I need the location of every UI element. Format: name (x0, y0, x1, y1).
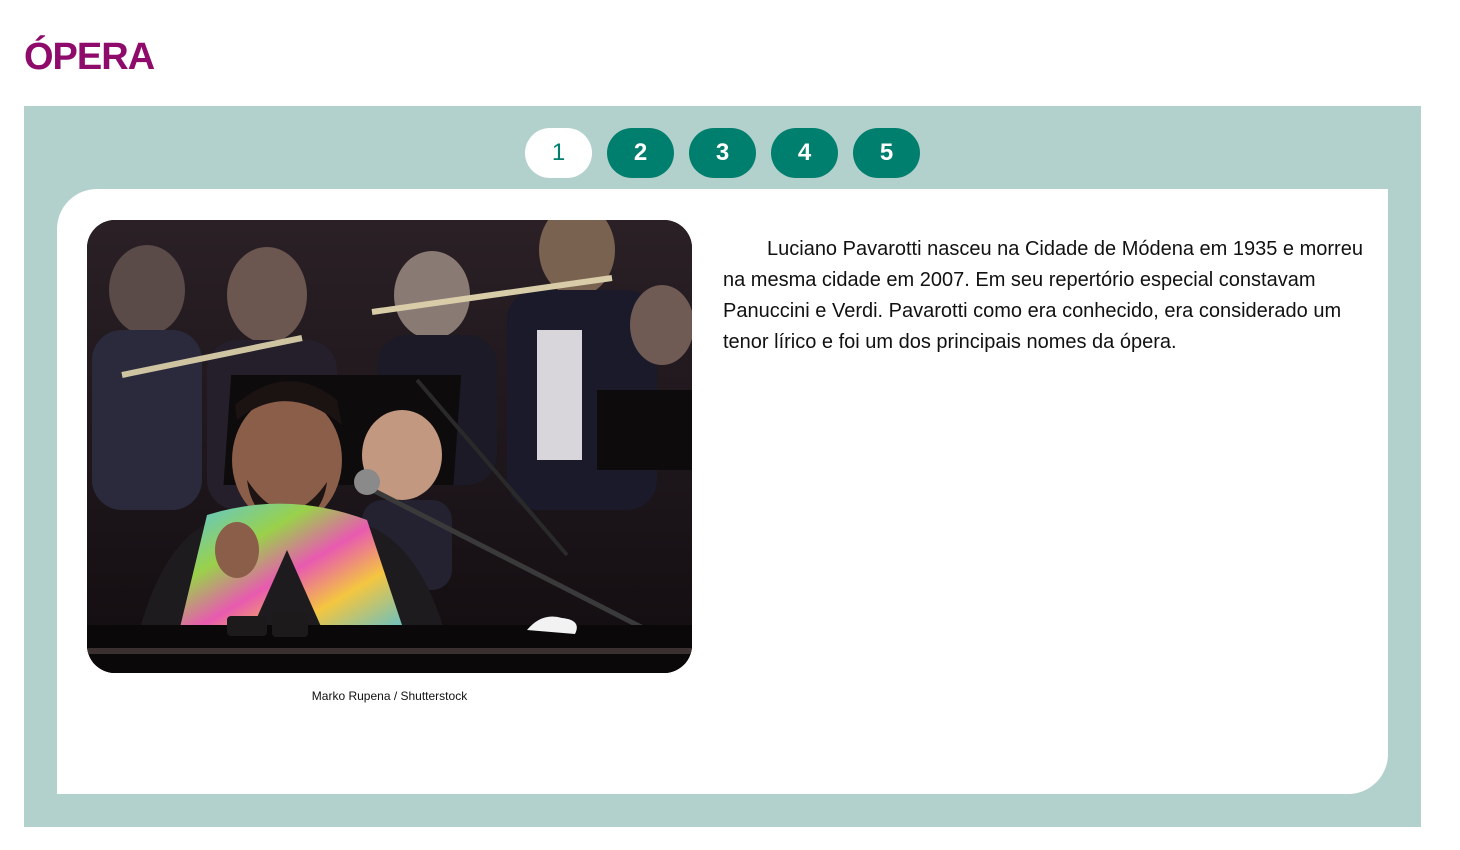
tab-label: 2 (633, 139, 648, 166)
content-panel: 1 2 3 4 5 Marko Rupena / Shutterstock Lu… (24, 106, 1421, 827)
tab-4[interactable]: 4 (771, 128, 838, 178)
content-card: Marko Rupena / Shutterstock Luciano Pava… (57, 189, 1388, 794)
page-title: ÓPERA (24, 36, 155, 78)
tab-label: 1 (551, 139, 566, 166)
tab-5[interactable]: 5 (853, 128, 920, 178)
tab-2[interactable]: 2 (607, 128, 674, 178)
tab-label: 3 (715, 139, 730, 166)
body-paragraph: Luciano Pavarotti nasceu na Cidade de Mó… (723, 238, 1363, 353)
tab-3[interactable]: 3 (689, 128, 756, 178)
image-credit: Marko Rupena / Shutterstock (311, 689, 468, 703)
tab-label: 5 (879, 139, 894, 166)
tab-1[interactable]: 1 (525, 128, 592, 178)
tab-label: 4 (797, 139, 812, 166)
pavarotti-photo (87, 220, 692, 673)
page-tabs: 1 2 3 4 5 (525, 128, 920, 178)
